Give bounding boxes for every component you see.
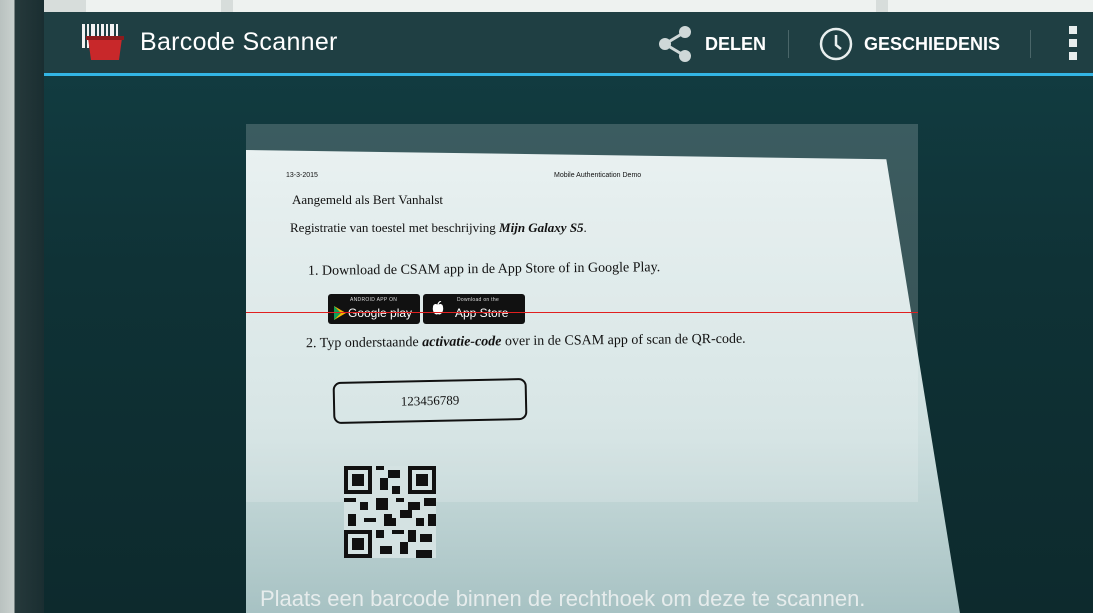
history-button[interactable]: GESCHIEDENIS (818, 24, 1000, 64)
barcode-scanner-app-icon[interactable] (82, 20, 128, 64)
activation-code-box: 123456789 (332, 377, 528, 425)
google-play-icon (334, 306, 346, 320)
camera-frame-top (0, 0, 1093, 12)
share-button[interactable]: DELEN (655, 24, 766, 64)
action-divider (788, 30, 789, 58)
google-badge-small: ANDROID APP ON (350, 297, 398, 303)
apple-badge-small: Download on the (457, 297, 500, 303)
scanned-document: 13-3-2015 Mobile Authentication Demo Aan… (246, 124, 926, 502)
app-title: Barcode Scanner (140, 28, 338, 56)
document-header: Mobile Authentication Demo (554, 172, 642, 179)
app-store-badge: Download on the App Store (423, 294, 525, 324)
apple-badge-big: App Store (455, 306, 509, 320)
apple-icon (432, 301, 444, 315)
document-date: 13-3-2015 (286, 172, 318, 179)
registration-text: Registratie van toestel met beschrijving… (290, 220, 587, 236)
google-play-badge: ANDROID APP ON Google play (328, 294, 420, 324)
step-2-text: 2. Typ onderstaande activatie-code over … (306, 332, 746, 353)
step-2-suffix: over in de CSAM app of scan de QR-code. (501, 331, 746, 350)
step-2-prefix: 2. Typ onderstaande (305, 335, 423, 352)
registration-suffix: . (583, 220, 587, 235)
overflow-menu-icon[interactable] (1066, 26, 1080, 64)
action-divider (1030, 30, 1031, 58)
scan-laser-line (246, 312, 918, 313)
clock-icon (819, 27, 853, 61)
device-name: Mijn Galaxy S5 (499, 220, 584, 235)
logged-in-text: Aangemeld als Bert Vanhalst (292, 192, 444, 207)
registration-prefix: Registratie van toestel met beschrijving (290, 220, 500, 235)
qr-code-icon (344, 466, 436, 558)
history-button-label: GESCHIEDENIS (864, 33, 1001, 54)
google-badge-big: Google play (348, 306, 413, 320)
share-icon (659, 26, 691, 62)
camera-frame-left (0, 0, 44, 613)
scan-instruction-text: Plaats een barcode binnen de rechthoek o… (260, 586, 866, 611)
share-button-label: DELEN (705, 33, 767, 54)
step-2-emphasis: activatie-code (422, 334, 502, 351)
action-bar-accent-line (44, 73, 1093, 76)
step-1-text: 1. Download de CSAM app in de App Store … (307, 260, 661, 279)
